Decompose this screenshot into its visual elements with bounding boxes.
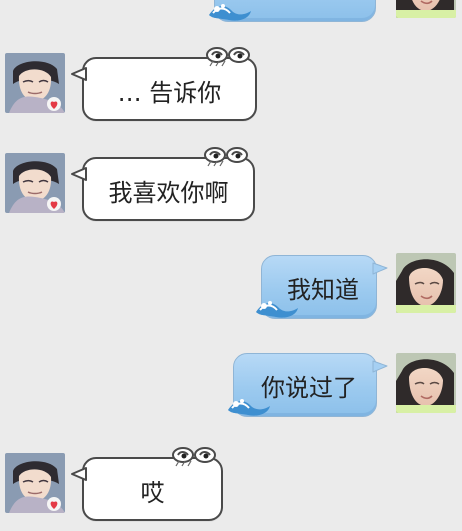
avatar-girl[interactable]	[396, 0, 456, 18]
chat-thread[interactable]: … 告诉你 我喜欢你啊 我知道 你说过了 哎	[0, 0, 462, 531]
avatar-girl[interactable]	[396, 253, 456, 313]
message-text: 我知道	[287, 275, 359, 304]
outgoing-bubble[interactable]: 我知道	[256, 255, 388, 319]
message-text	[215, 0, 375, 21]
avatar-boy[interactable]	[5, 153, 65, 213]
message-text: … 告诉你	[117, 78, 222, 107]
message-text: 我喜欢你啊	[108, 178, 229, 207]
message-row-0	[209, 0, 456, 22]
avatar-boy[interactable]	[5, 453, 65, 513]
incoming-bubble[interactable]: … 告诉你	[71, 47, 257, 121]
incoming-bubble[interactable]: 我喜欢你啊	[71, 147, 255, 221]
outgoing-bubble[interactable]	[209, 0, 376, 22]
avatar-boy[interactable]	[5, 53, 65, 113]
avatar-girl[interactable]	[396, 353, 456, 413]
outgoing-bubble[interactable]: 你说过了	[228, 353, 388, 417]
message-text: 你说过了	[261, 373, 357, 402]
incoming-bubble[interactable]: 哎	[71, 447, 223, 521]
message-text: 哎	[140, 478, 165, 507]
